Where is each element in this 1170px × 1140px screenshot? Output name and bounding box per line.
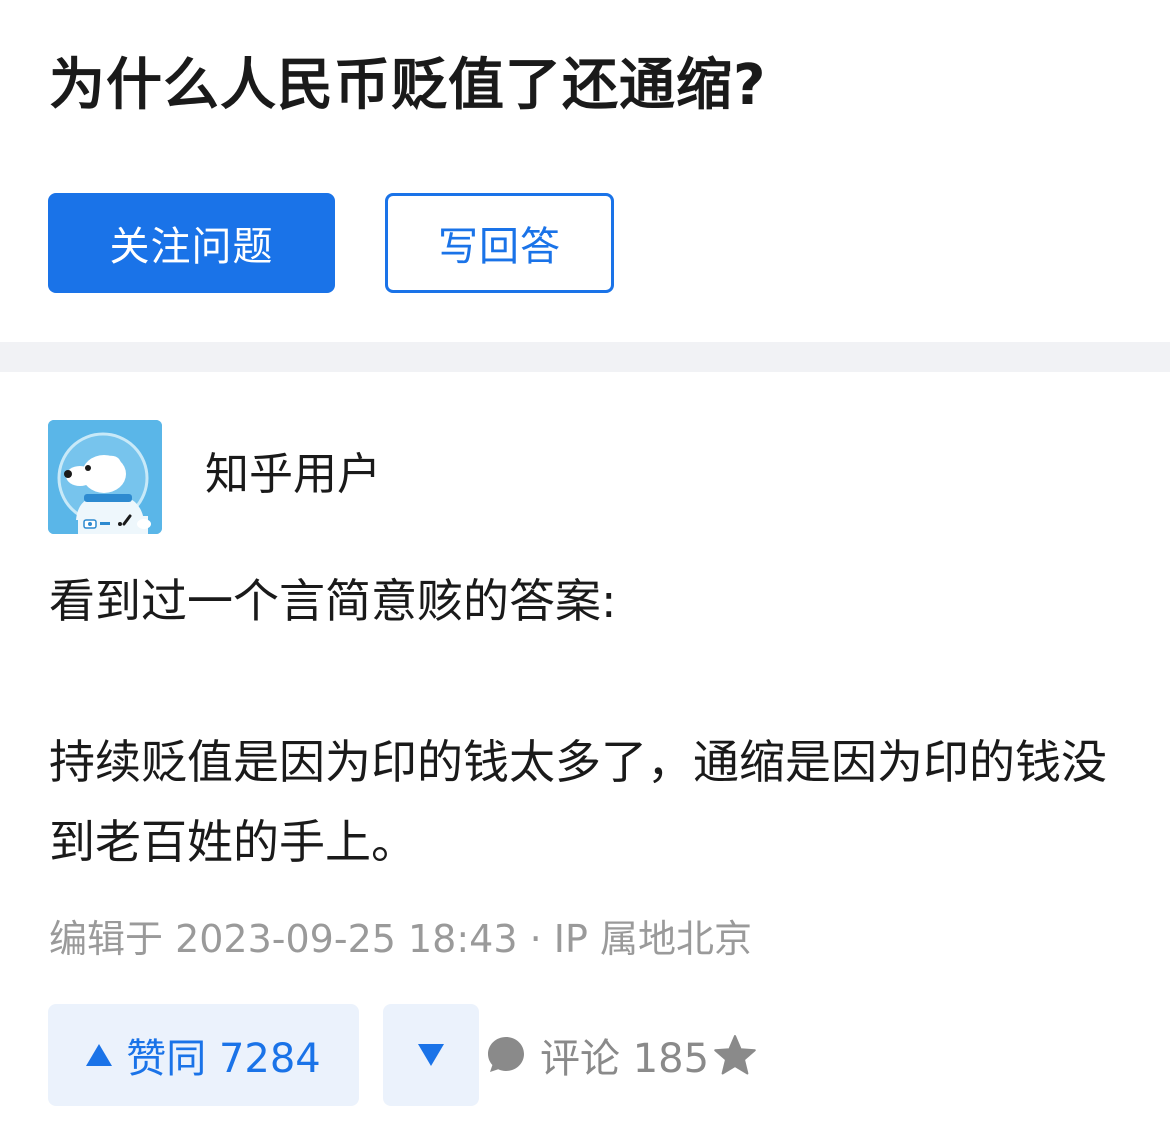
downvote-button[interactable] — [383, 1004, 479, 1106]
question-title[interactable]: 为什么人民币贬值了还通缩? — [49, 50, 766, 122]
section-divider — [0, 342, 1170, 372]
answer-body-text: 持续贬值是因为印的钱太多了，通缩是因为印的钱没到老百姓的手上。 — [49, 735, 1107, 869]
answer-intro-text: 看到过一个言简意赅的答案: — [49, 574, 617, 628]
avatar[interactable] — [48, 420, 162, 534]
astronaut-dog-avatar-icon — [48, 420, 162, 534]
question-header: 为什么人民币贬值了还通缩? 关注问题 写回答 — [0, 0, 1170, 342]
triangle-up-icon — [86, 1044, 113, 1066]
comment-label: 评论 185 — [540, 1036, 710, 1082]
edit-meta: 编辑于 2023-09-25 18:43 · IP 属地北京 — [49, 917, 752, 961]
comment-bubble-icon — [488, 1037, 524, 1072]
upvote-label: 赞同 7284 — [126, 1036, 321, 1082]
star-icon[interactable] — [713, 1033, 757, 1077]
comment-button[interactable]: 评论 185 — [486, 1026, 757, 1084]
write-answer-button[interactable]: 写回答 — [385, 193, 614, 293]
upvote-button[interactable]: 赞同 7284 — [48, 1004, 359, 1106]
triangle-down-icon — [418, 1044, 444, 1066]
follow-question-button[interactable]: 关注问题 — [48, 193, 335, 293]
author-name[interactable]: 知乎用户 — [205, 447, 381, 503]
